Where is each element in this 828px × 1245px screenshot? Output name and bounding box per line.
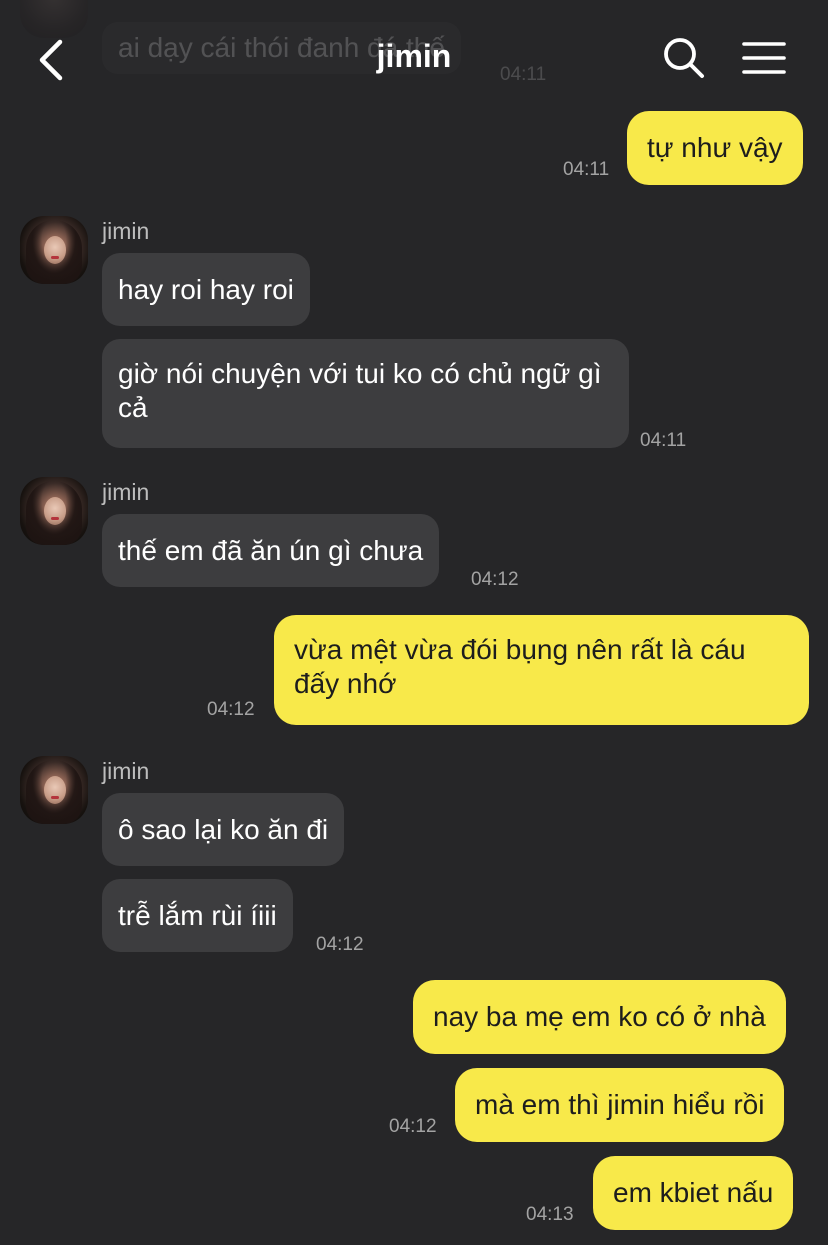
avatar[interactable] (20, 756, 88, 824)
incoming-message-bubble[interactable]: hay roi hay roi (102, 253, 310, 326)
message-time: 04:11 (563, 159, 610, 180)
outgoing-message-bubble[interactable]: tự như vậy (627, 111, 803, 185)
avatar[interactable] (20, 477, 88, 545)
message-time: 04:12 (471, 569, 519, 590)
message-time: 04:11 (640, 430, 687, 451)
sender-name: jimin (102, 218, 150, 244)
message-time: 04:12 (316, 934, 364, 955)
avatar[interactable] (20, 216, 88, 284)
chat-header: jimin (0, 0, 828, 118)
outgoing-message-bubble[interactable]: nay ba mẹ em ko có ở nhà (413, 980, 786, 1054)
incoming-message-bubble[interactable]: giờ nói chuyện với tui ko có chủ ngữ gì … (102, 339, 629, 448)
outgoing-message-bubble[interactable]: em kbiet nấu (593, 1156, 794, 1230)
sender-name: jimin (102, 479, 150, 505)
incoming-message-bubble[interactable]: thế em đã ăn ún gì chưa (102, 514, 440, 587)
outgoing-message-bubble[interactable]: vừa mệt vừa đói bụng nên rất là cáu đấy … (274, 615, 809, 725)
message-time: 04:12 (389, 1116, 437, 1137)
chat-screen: ai dạy cái thói đanh đá thế 04:11 jimin … (0, 0, 828, 1245)
message-time: 04:12 (207, 699, 255, 720)
incoming-message-bubble[interactable]: ô sao lại ko ăn đi (102, 793, 345, 866)
outgoing-message-bubble[interactable]: mà em thì jimin hiểu rồi (455, 1068, 785, 1142)
sender-name: jimin (102, 758, 150, 784)
menu-icon[interactable] (742, 40, 786, 76)
incoming-message-bubble[interactable]: trễ lắm rùi íiii (102, 879, 293, 952)
search-icon[interactable] (662, 36, 706, 80)
message-time: 04:13 (526, 1204, 574, 1225)
